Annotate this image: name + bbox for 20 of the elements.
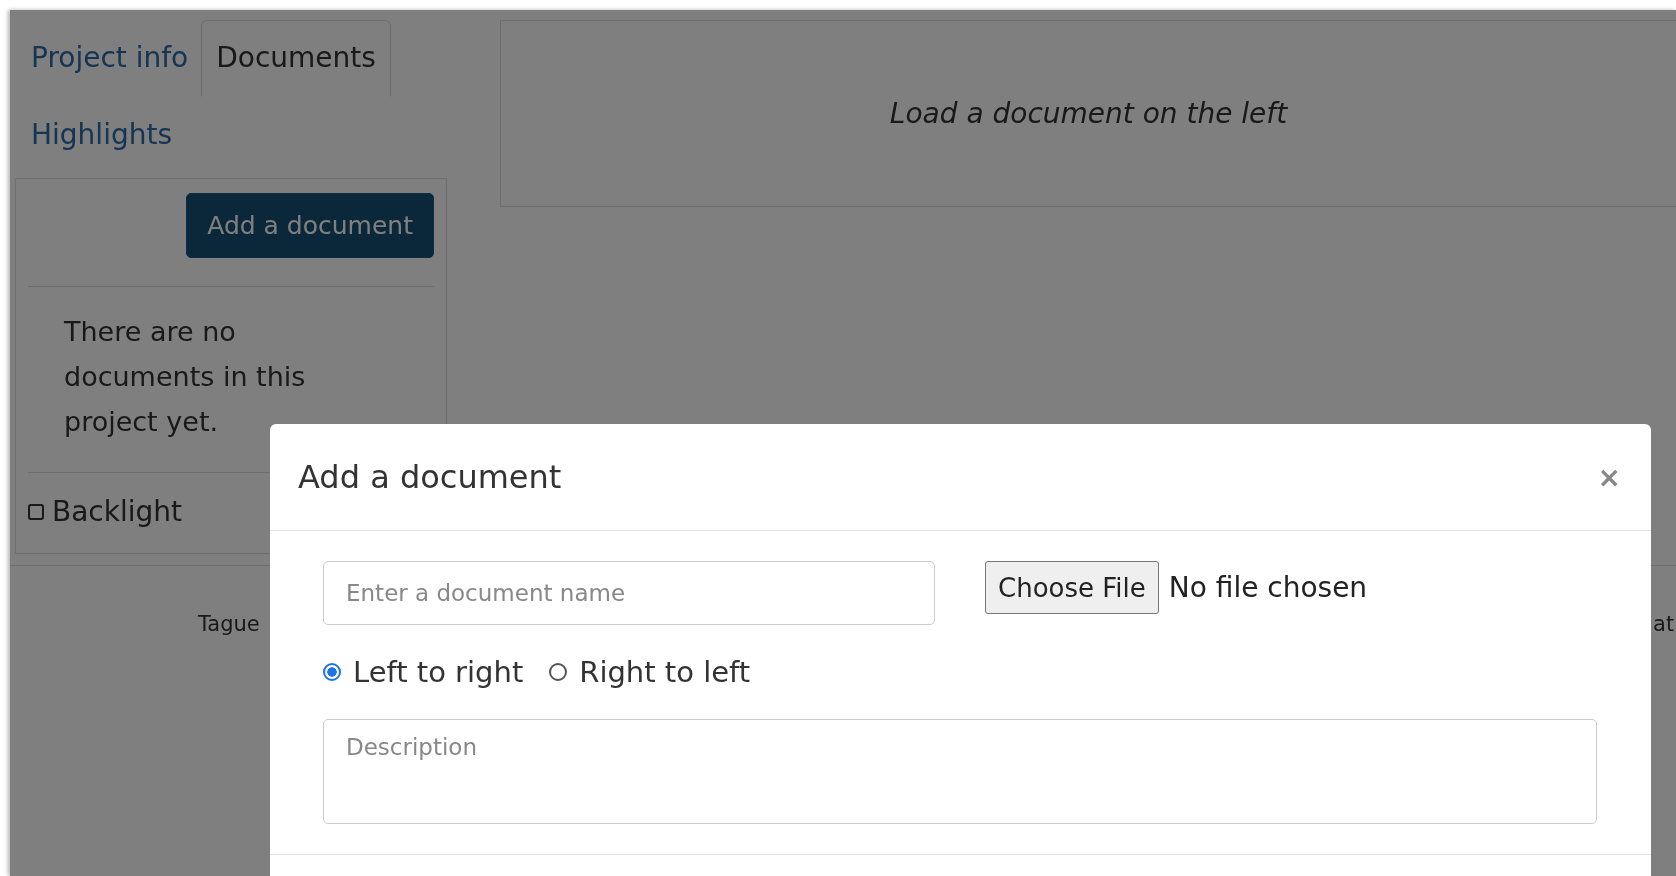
empty-message: There are no documents in this project yet. bbox=[64, 315, 307, 439]
checkbox[interactable] bbox=[28, 503, 44, 520]
radio-button[interactable] bbox=[549, 663, 568, 681]
tab[interactable]: Documents bbox=[201, 20, 391, 97]
modal-title: Add a document bbox=[298, 458, 562, 496]
close-button[interactable]: × bbox=[1593, 460, 1625, 494]
choose-file-button[interactable]: Choose File bbox=[985, 561, 1159, 614]
file-status: No file chosen bbox=[1168, 570, 1368, 606]
tab[interactable]: Highlights bbox=[20, 97, 183, 174]
footer-text: Tague bbox=[198, 612, 260, 636]
radio-label: Right to left bbox=[579, 655, 751, 689]
description-field[interactable]: Description bbox=[323, 719, 1597, 824]
add-document-button[interactable]: Add a document bbox=[186, 193, 434, 258]
document-name-field[interactable]: Enter a document name bbox=[323, 561, 935, 625]
radio-label: Left to right bbox=[353, 655, 524, 689]
radio-button[interactable] bbox=[323, 663, 341, 681]
footer-text: ati bbox=[1653, 612, 1676, 636]
tab[interactable]: Project info bbox=[20, 20, 200, 97]
document-viewer: Load a document on the left bbox=[500, 20, 1676, 207]
checkbox-label: Backlight bbox=[52, 495, 183, 528]
